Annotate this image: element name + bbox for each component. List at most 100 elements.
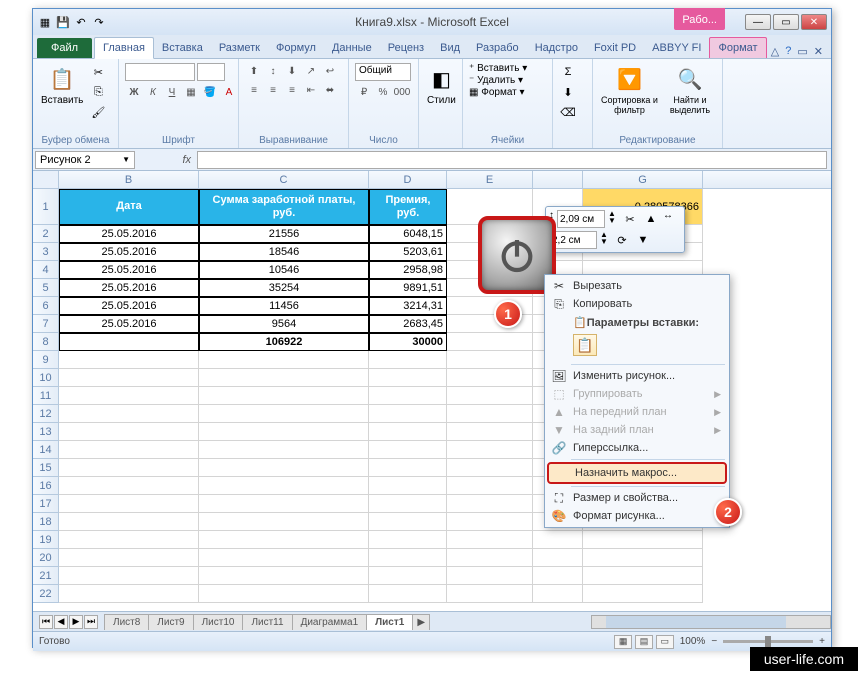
- percent-icon[interactable]: %: [374, 84, 392, 100]
- tab-nav-prev-icon[interactable]: ◀: [54, 615, 68, 629]
- row-header[interactable]: 10: [33, 369, 59, 387]
- sheet-tab[interactable]: Лист9: [148, 614, 193, 630]
- align-middle-icon[interactable]: ↕: [264, 63, 282, 79]
- cell[interactable]: 25.05.2016: [59, 225, 199, 243]
- cell[interactable]: [199, 585, 369, 603]
- bring-front-icon[interactable]: ▲: [642, 210, 660, 228]
- col-header-e[interactable]: E: [447, 171, 533, 188]
- tab-nav-first-icon[interactable]: ⏮: [39, 615, 53, 629]
- row-header[interactable]: 22: [33, 585, 59, 603]
- cut-icon[interactable]: ✂: [89, 63, 107, 81]
- cells-insert-button[interactable]: ⁺ Вставить ▾: [469, 63, 527, 74]
- row-header[interactable]: 15: [33, 459, 59, 477]
- cell[interactable]: 35254: [199, 279, 369, 297]
- help-icon[interactable]: ?: [785, 45, 791, 58]
- cell[interactable]: [369, 567, 447, 585]
- cell[interactable]: 9564: [199, 315, 369, 333]
- cell[interactable]: 18546: [199, 243, 369, 261]
- cell[interactable]: [199, 531, 369, 549]
- header-date[interactable]: Дата: [59, 189, 199, 225]
- cell[interactable]: [447, 585, 533, 603]
- maximize-button[interactable]: ▭: [773, 14, 799, 30]
- cell[interactable]: [199, 351, 369, 369]
- ctx-hyperlink[interactable]: 🔗Гиперссылка...: [545, 439, 729, 457]
- cell[interactable]: 25.05.2016: [59, 279, 199, 297]
- close-workbook-icon[interactable]: ✕: [814, 45, 823, 58]
- cell[interactable]: [59, 531, 199, 549]
- tab-insert[interactable]: Вставка: [154, 38, 211, 58]
- number-format-dropdown[interactable]: Общий: [355, 63, 411, 81]
- comma-icon[interactable]: 000: [393, 84, 411, 100]
- ctx-copy[interactable]: ⎘Копировать: [545, 295, 729, 313]
- bold-icon[interactable]: Ж: [125, 84, 143, 100]
- send-back-icon[interactable]: ▼: [634, 231, 652, 249]
- cell[interactable]: [369, 495, 447, 513]
- cell[interactable]: [447, 531, 533, 549]
- row-header[interactable]: 1: [33, 189, 59, 225]
- ctx-size-props[interactable]: ⛶Размер и свойства...: [545, 489, 729, 507]
- fx-icon[interactable]: fx: [176, 154, 197, 166]
- cell[interactable]: 106922: [199, 333, 369, 351]
- zoom-level[interactable]: 100%: [680, 636, 706, 647]
- cells-format-button[interactable]: ▦ Формат ▾: [469, 87, 525, 98]
- cell[interactable]: [369, 477, 447, 495]
- cell[interactable]: [59, 387, 199, 405]
- row-header[interactable]: 14: [33, 441, 59, 459]
- currency-icon[interactable]: ₽: [355, 84, 373, 100]
- row-header[interactable]: 8: [33, 333, 59, 351]
- cell[interactable]: [447, 441, 533, 459]
- cell[interactable]: [583, 585, 703, 603]
- autosum-icon[interactable]: Σ: [559, 63, 577, 81]
- horizontal-scrollbar[interactable]: [591, 615, 831, 629]
- tab-developer[interactable]: Разрабо: [468, 38, 527, 58]
- cell[interactable]: 5203,61: [369, 243, 447, 261]
- sheet-tab[interactable]: Лист11: [242, 614, 292, 630]
- col-header-d[interactable]: D: [369, 171, 447, 188]
- row-header[interactable]: 7: [33, 315, 59, 333]
- tab-formulas[interactable]: Формул: [268, 38, 324, 58]
- row-header[interactable]: 13: [33, 423, 59, 441]
- tab-view[interactable]: Вид: [432, 38, 468, 58]
- cells-delete-button[interactable]: ⁻ Удалить ▾: [469, 75, 523, 86]
- tab-abbyy[interactable]: ABBYY FI: [644, 38, 709, 58]
- row-header[interactable]: 9: [33, 351, 59, 369]
- crop-icon[interactable]: ✂: [621, 210, 639, 228]
- row-header[interactable]: 2: [33, 225, 59, 243]
- cell[interactable]: 6048,15: [369, 225, 447, 243]
- col-header-f[interactable]: [533, 171, 583, 188]
- cell[interactable]: [369, 387, 447, 405]
- formula-input[interactable]: [197, 151, 827, 169]
- align-left-icon[interactable]: ≡: [245, 82, 263, 98]
- fill-icon[interactable]: ⬇: [559, 83, 577, 101]
- ctx-format-picture[interactable]: 🎨Формат рисунка...: [545, 507, 729, 525]
- cell[interactable]: [369, 549, 447, 567]
- row-header[interactable]: 11: [33, 387, 59, 405]
- tab-nav-last-icon[interactable]: ⏭: [84, 615, 98, 629]
- minimize-button[interactable]: —: [745, 14, 771, 30]
- cell[interactable]: 2683,45: [369, 315, 447, 333]
- cell[interactable]: [447, 351, 533, 369]
- cell[interactable]: [447, 459, 533, 477]
- cell[interactable]: [369, 441, 447, 459]
- ctx-assign-macro[interactable]: Назначить макрос...: [547, 462, 727, 484]
- cell[interactable]: [59, 477, 199, 495]
- row-header[interactable]: 21: [33, 567, 59, 585]
- sheet-tab[interactable]: Лист1: [366, 614, 413, 630]
- sort-filter-button[interactable]: 🔽 Сортировка и фильтр: [599, 63, 660, 117]
- cell[interactable]: [199, 387, 369, 405]
- row-header[interactable]: 3: [33, 243, 59, 261]
- col-header-g[interactable]: G: [583, 171, 703, 188]
- tab-layout[interactable]: Разметк: [211, 38, 268, 58]
- underline-icon[interactable]: Ч: [163, 84, 181, 100]
- cell[interactable]: [199, 423, 369, 441]
- cell[interactable]: [199, 477, 369, 495]
- save-icon[interactable]: 💾: [55, 14, 71, 30]
- cell[interactable]: [447, 549, 533, 567]
- cell[interactable]: [59, 585, 199, 603]
- select-all-corner[interactable]: [33, 171, 59, 188]
- tab-addins[interactable]: Надстро: [527, 38, 586, 58]
- view-normal-icon[interactable]: ▦: [614, 635, 632, 649]
- cell[interactable]: [447, 387, 533, 405]
- row-header[interactable]: 18: [33, 513, 59, 531]
- cell[interactable]: [583, 567, 703, 585]
